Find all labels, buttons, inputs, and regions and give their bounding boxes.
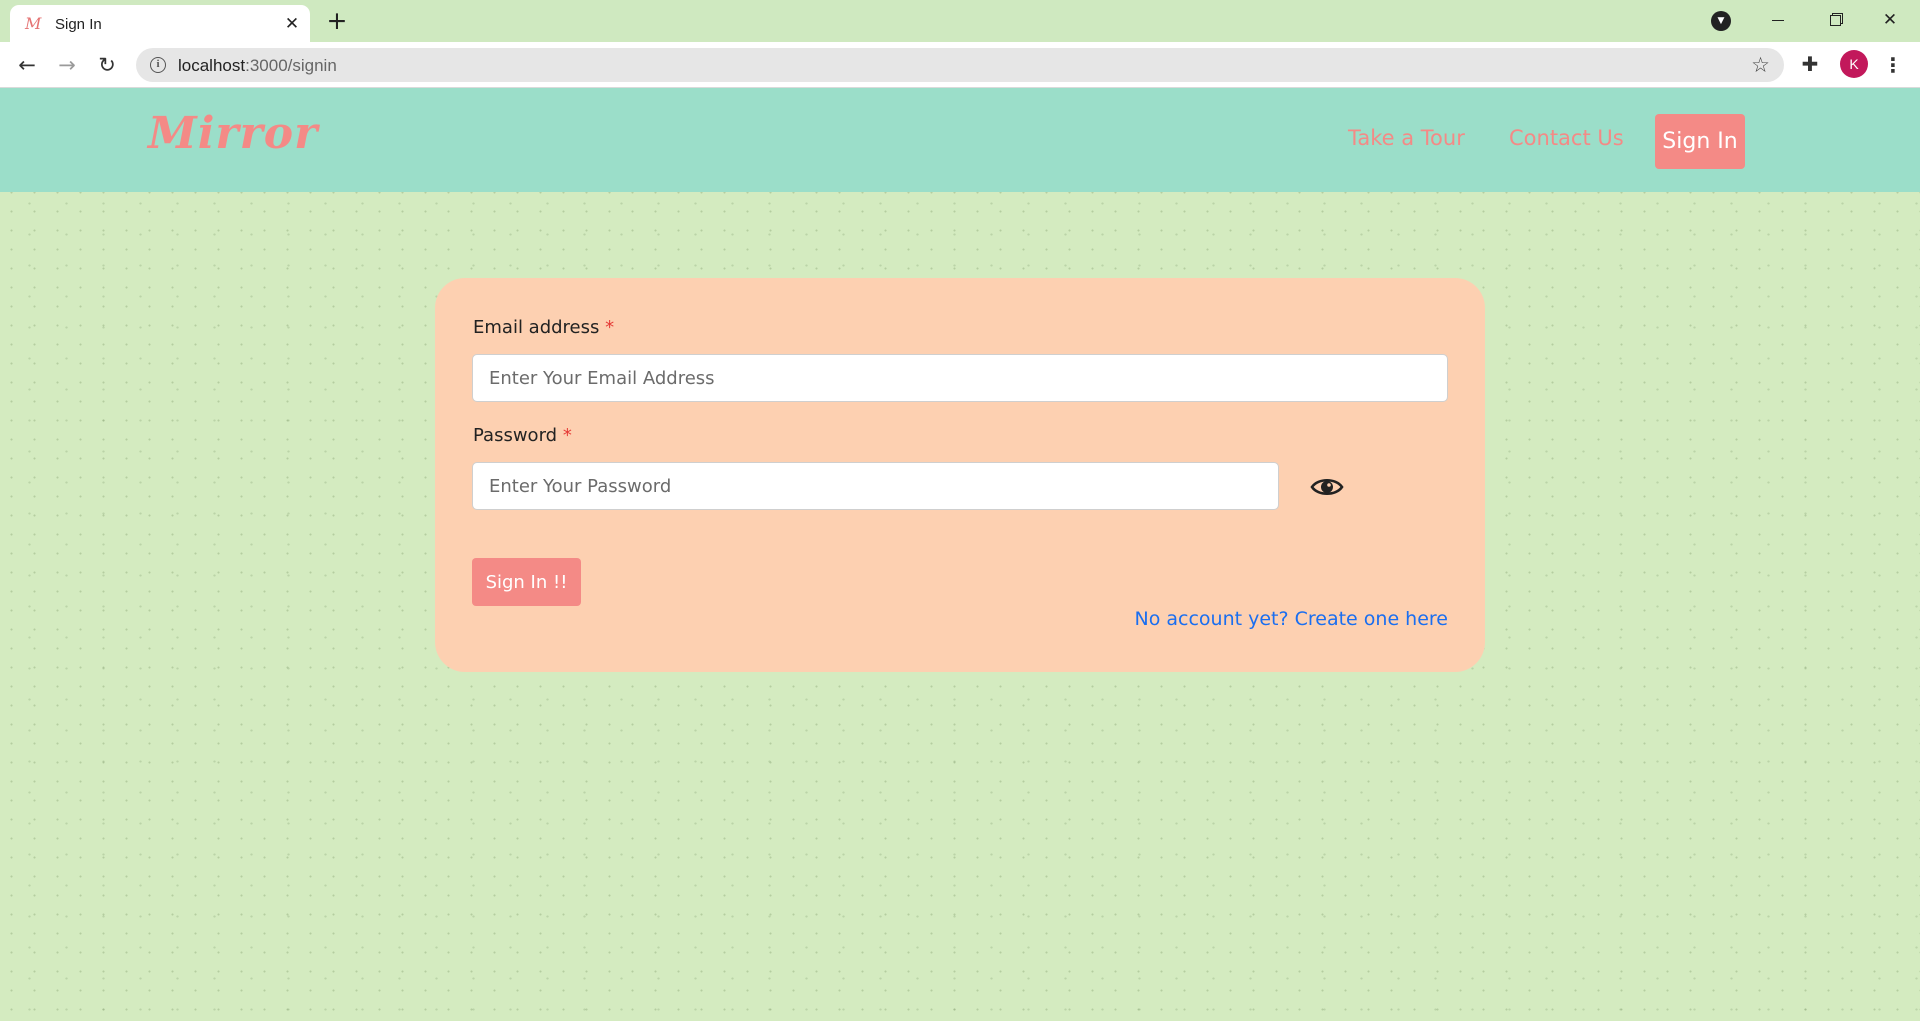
forward-arrow-icon[interactable]: →: [52, 50, 82, 80]
avatar[interactable]: K: [1840, 50, 1868, 78]
info-icon[interactable]: i: [150, 57, 166, 73]
eye-icon[interactable]: [1309, 470, 1345, 504]
window-close-button[interactable]: ✕: [1870, 5, 1910, 35]
close-icon[interactable]: ✕: [280, 12, 304, 36]
tab-search-icon[interactable]: ▼: [1711, 11, 1731, 31]
star-icon[interactable]: ☆: [1751, 53, 1770, 77]
plus-icon[interactable]: +: [323, 7, 351, 35]
nav-contact-us[interactable]: Contact Us: [1509, 126, 1624, 150]
url-text: localhost:3000/signin: [178, 56, 337, 75]
minimize-button[interactable]: [1758, 5, 1798, 35]
tab-strip: M Sign In ✕ + ▼ ✕: [0, 0, 1920, 42]
browser-tab[interactable]: M Sign In ✕: [10, 5, 310, 42]
email-label: Email address *: [473, 317, 615, 338]
sign-in-submit-button[interactable]: Sign In !!: [472, 558, 581, 606]
nav-sign-in-button[interactable]: Sign In: [1655, 114, 1745, 169]
nav-take-a-tour[interactable]: Take a Tour: [1348, 126, 1465, 150]
tab-favicon: M: [25, 14, 42, 33]
browser-toolbar: ← → ↻ i localhost:3000/signin ☆ ✚ K ⋮: [0, 42, 1920, 88]
required-mark: *: [562, 425, 572, 446]
menu-dots-icon[interactable]: ⋮: [1880, 50, 1906, 80]
restore-button[interactable]: [1815, 5, 1855, 35]
required-mark: *: [605, 317, 615, 338]
signin-card: Email address * Password * Sign In !! No…: [435, 278, 1485, 672]
back-arrow-icon[interactable]: ←: [12, 50, 42, 80]
create-account-link[interactable]: No account yet? Create one here: [1135, 608, 1449, 630]
puzzle-icon[interactable]: ✚: [1797, 51, 1823, 77]
password-field[interactable]: [472, 462, 1279, 510]
password-label: Password *: [473, 425, 572, 446]
reload-icon[interactable]: ↻: [92, 50, 122, 80]
site-navbar: Mirror Take a Tour Contact Us Sign In: [0, 88, 1920, 192]
address-bar[interactable]: i localhost:3000/signin ☆: [136, 48, 1784, 82]
page: Mirror Take a Tour Contact Us Sign In Em…: [0, 88, 1920, 1021]
email-field[interactable]: [472, 354, 1448, 402]
brand-logo[interactable]: Mirror: [148, 108, 318, 159]
tab-title: Sign In: [55, 16, 102, 33]
